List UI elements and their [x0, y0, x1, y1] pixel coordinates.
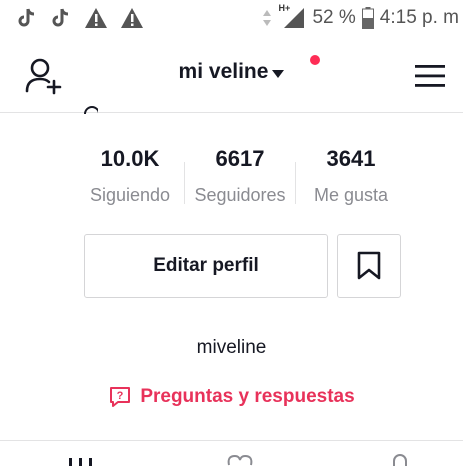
warning-icon: [121, 8, 143, 28]
account-switcher[interactable]: mi veline: [0, 60, 463, 84]
menu-icon[interactable]: [415, 64, 445, 88]
warning-icon: [85, 8, 107, 28]
following-count: 10.0K: [100, 146, 160, 171]
page-title: mi veline: [178, 60, 269, 83]
signal-h-plus-icon: H+: [278, 3, 306, 30]
tiktok-icon: [18, 8, 35, 27]
stat-followers[interactable]: 6617 Seguidores: [185, 146, 295, 206]
followers-count: 6617: [215, 146, 265, 171]
following-label: Siguiendo: [89, 185, 171, 205]
network-type: H+: [278, 3, 291, 13]
svg-text:?: ?: [117, 390, 124, 402]
followers-label: Seguidores: [194, 185, 286, 205]
likes-label: Me gusta: [313, 185, 389, 205]
bio-text: miveline: [196, 337, 267, 358]
question-bubble-icon: ?: [110, 387, 131, 407]
lock-icon[interactable]: [390, 452, 410, 466]
qa-label: Preguntas y respuestas: [140, 386, 355, 407]
bookmark-icon: [357, 251, 381, 280]
system-indicators: H+ 52 % 4:15 p. m: [262, 3, 459, 30]
tabs-divider: [0, 440, 463, 441]
notification-icons: [16, 7, 144, 29]
profile-header: mi veline: [0, 40, 463, 113]
tiktok-icon: [52, 8, 69, 27]
battery-icon: [361, 7, 374, 29]
status-bar: H+ 52 % 4:15 p. m: [0, 0, 463, 40]
stat-following[interactable]: 10.0K Siguiendo: [75, 146, 185, 206]
clock: 4:15 p. m: [379, 7, 459, 28]
grid-icon[interactable]: [68, 452, 94, 466]
notification-dot: [310, 55, 320, 65]
bookmarks-button[interactable]: [337, 234, 401, 298]
stat-likes[interactable]: 3641 Me gusta: [296, 146, 406, 206]
qa-link[interactable]: ? Preguntas y respuestas: [0, 385, 463, 409]
chevron-down-icon: [272, 69, 285, 78]
heart-icon[interactable]: [226, 452, 254, 466]
avatar-edge: [76, 98, 98, 114]
edit-profile-button[interactable]: Editar perfil: [84, 234, 328, 298]
battery-percent: 52 %: [312, 7, 356, 28]
likes-count: 3641: [326, 146, 376, 171]
data-arrows-icon: [263, 10, 272, 26]
